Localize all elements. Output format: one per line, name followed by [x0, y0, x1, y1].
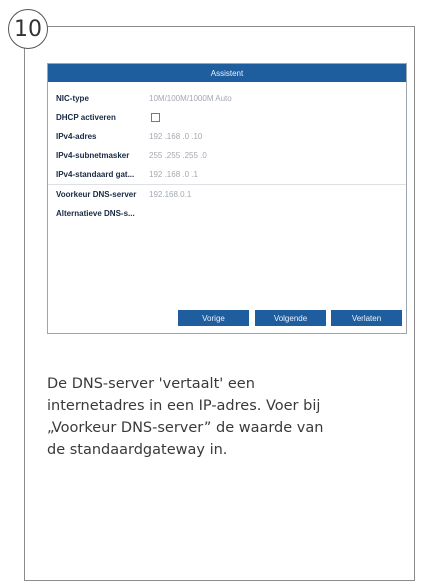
dhcp-checkbox[interactable] — [151, 113, 160, 122]
assistant-dialog: Assistent NIC-type 10M/100M/1000M Auto D… — [47, 63, 407, 334]
field-row-subnet-mask: IPv4-subnetmasker 255 .255 .255 .0 — [48, 146, 406, 165]
ipv4-address-input[interactable]: 192 .168 .0 .10 — [149, 132, 202, 141]
instruction-line: de standaardgateway in. — [47, 442, 228, 458]
instruction-line: „Voorkeur DNS-server” de waarde van — [47, 420, 324, 436]
ipv4-address-label: IPv4-adres — [56, 132, 97, 141]
instruction-line: De DNS-server 'vertaalt' een — [47, 376, 255, 392]
settings-form: NIC-type 10M/100M/1000M Auto DHCP active… — [48, 89, 406, 223]
preferred-dns-input[interactable]: 192.168.0.1 — [149, 190, 191, 199]
instruction-text: De DNS-server 'vertaalt' een internetadr… — [47, 373, 407, 461]
step-number-badge: 10 — [8, 9, 48, 49]
default-gateway-input[interactable]: 192 .168 .0 .1 — [149, 170, 198, 179]
field-row-default-gateway: IPv4-standaard gat... 192 .168 .0 .1 — [48, 165, 406, 185]
default-gateway-label: IPv4-standaard gat... — [56, 170, 135, 179]
dialog-title: Assistent — [48, 64, 406, 82]
nic-type-value[interactable]: 10M/100M/1000M Auto — [149, 94, 232, 103]
dialog-button-bar: Vorige Volgende Verlaten — [48, 310, 406, 326]
instruction-line: internetadres in een IP-adres. Voer bij — [47, 398, 321, 414]
field-row-alternate-dns: Alternatieve DNS-s... — [48, 204, 406, 223]
field-row-preferred-dns: Voorkeur DNS-server 192.168.0.1 — [48, 185, 406, 204]
subnet-mask-label: IPv4-subnetmasker — [56, 151, 130, 160]
previous-button[interactable]: Vorige — [178, 310, 249, 326]
field-row-nic-type: NIC-type 10M/100M/1000M Auto — [48, 89, 406, 108]
nic-type-label: NIC-type — [56, 94, 89, 103]
field-row-ipv4-address: IPv4-adres 192 .168 .0 .10 — [48, 127, 406, 146]
alternate-dns-label: Alternatieve DNS-s... — [56, 209, 135, 218]
dhcp-label: DHCP activeren — [56, 113, 116, 122]
preferred-dns-label: Voorkeur DNS-server — [56, 190, 137, 199]
next-button[interactable]: Volgende — [255, 310, 326, 326]
field-row-dhcp: DHCP activeren — [48, 108, 406, 127]
subnet-mask-input[interactable]: 255 .255 .255 .0 — [149, 151, 207, 160]
exit-button[interactable]: Verlaten — [331, 310, 402, 326]
